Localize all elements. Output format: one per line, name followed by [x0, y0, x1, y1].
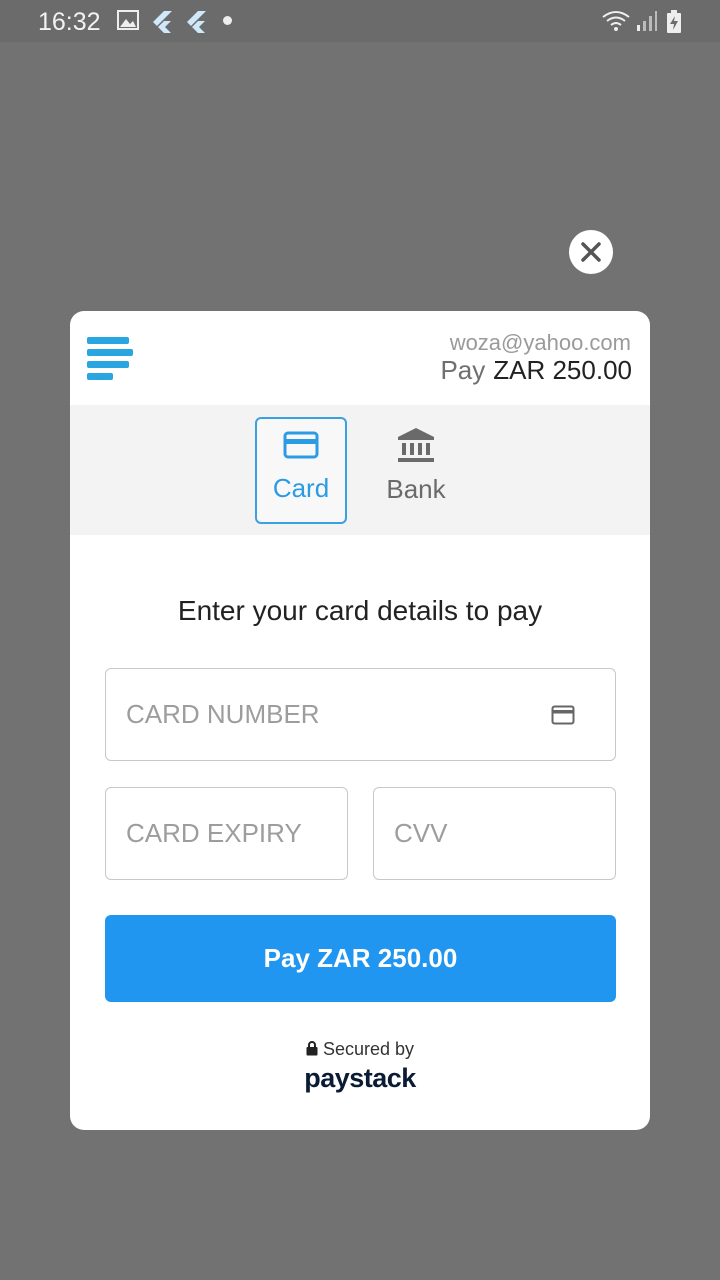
- card-number-field: [105, 668, 616, 761]
- tab-card-label: Card: [272, 473, 330, 503]
- image-icon: [117, 10, 139, 35]
- amount: ZAR 250.00: [493, 355, 632, 385]
- status-time: 16:32: [38, 8, 101, 36]
- wifi-icon: [601, 10, 631, 37]
- signal-icon: [636, 10, 658, 37]
- cvv-input[interactable]: [394, 788, 595, 878]
- credit-card-icon: [551, 705, 575, 725]
- merchant-logo-icon: [87, 337, 133, 386]
- pay-label: Pay: [440, 355, 486, 385]
- secured-by-text: Secured by: [322, 1039, 415, 1059]
- modal-header: woza@yahoo.com Pay ZAR 250.00: [70, 311, 650, 405]
- card-expiry-field: [105, 787, 348, 880]
- cvv-field: [373, 787, 616, 880]
- close-button[interactable]: [569, 230, 613, 274]
- card-expiry-input[interactable]: [126, 788, 327, 878]
- secured-by-line: Secured by: [70, 1039, 650, 1060]
- form-heading: Enter your card details to pay: [177, 595, 543, 626]
- flutter-icon: [151, 10, 173, 39]
- payment-method-tabs: Card Bank: [70, 405, 650, 535]
- paystack-logo[interactable]: paystack: [70, 1063, 650, 1094]
- bank-icon: [398, 428, 434, 462]
- notification-dot: [223, 16, 232, 25]
- status-bar: 16:32: [0, 0, 720, 42]
- payment-modal: woza@yahoo.com PayZAR 250.00 Card Bank: [70, 311, 650, 1130]
- close-icon: [581, 242, 601, 262]
- card-number-input[interactable]: [126, 669, 595, 759]
- customer-email: woza@yahoo.com: [449, 330, 631, 355]
- payment-amount-line: Pay ZAR 250.00: [440, 355, 632, 386]
- tab-bank[interactable]: Bank: [370, 417, 462, 524]
- lock-icon: [306, 1041, 318, 1056]
- flutter-icon: [185, 10, 207, 39]
- battery-charging-icon: [666, 10, 682, 39]
- tab-bank-label: Bank: [386, 474, 446, 504]
- tab-card[interactable]: Card: [255, 417, 347, 524]
- pay-button[interactable]: Pay ZAR 250.00: [105, 915, 616, 1002]
- credit-card-icon: [283, 431, 319, 459]
